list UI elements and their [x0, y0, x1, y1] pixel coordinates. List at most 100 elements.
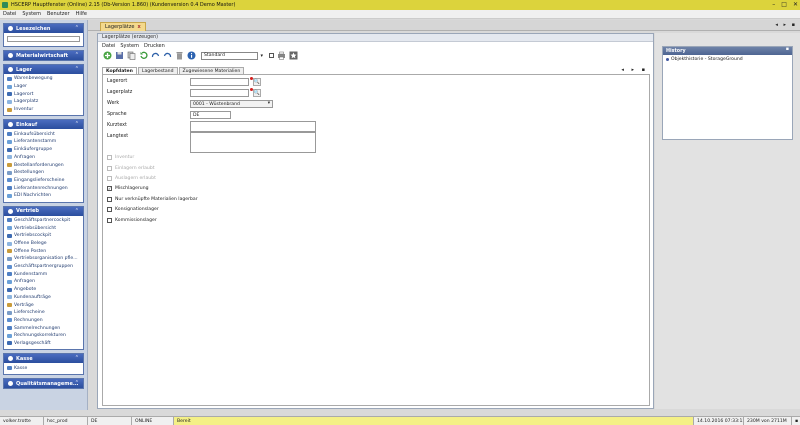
lagerort-field[interactable] [190, 78, 249, 86]
wmenu-datei[interactable]: Datei [102, 43, 115, 49]
sidebar-item[interactable]: Vertriebsübersicht [7, 224, 80, 232]
checkbox[interactable]: ✓ [107, 186, 112, 191]
wmenu-system[interactable]: System [120, 43, 139, 49]
minimize-icon[interactable]: – [772, 1, 775, 9]
sidebar-panel-header[interactable]: Qualitätsmanageme... ⌃ [4, 379, 83, 388]
checkbox-row[interactable]: Kommissionslager [107, 218, 157, 223]
sidebar-item[interactable]: Offene Belege [7, 240, 80, 248]
sidebar-item[interactable]: Anfragen [7, 154, 80, 162]
sidebar-item[interactable]: Lieferscheine [7, 309, 80, 317]
add-icon[interactable] [102, 51, 112, 61]
sidebar-item[interactable]: Offene Posten [7, 247, 80, 255]
tab-lagerbestand[interactable]: Lagerbestand [137, 67, 178, 74]
sidebar-item[interactable]: Einkaufsübersicht [7, 130, 80, 138]
chevron-up-icon[interactable]: ⌃ [75, 66, 79, 72]
maximize-icon[interactable]: □ [781, 1, 787, 9]
langtext-field[interactable] [190, 132, 316, 153]
history-close-icon[interactable]: ▪ [786, 47, 789, 52]
sidebar-item[interactable]: Lagerplatz [7, 98, 80, 106]
tab-label: Lagerplätze [105, 24, 135, 30]
redo-icon[interactable] [162, 51, 172, 61]
sidebar-panel-header[interactable]: Vertrieb ⌃ [4, 206, 83, 216]
sidebar-item[interactable]: Vertriebsorganisation pfle... [7, 255, 80, 263]
undo-icon[interactable] [150, 51, 160, 61]
sidebar-panel-header[interactable]: Materialwirtschaft ⌃ [4, 51, 83, 60]
layout-combo[interactable]: Standard ▾ [201, 51, 263, 60]
menu-hilfe[interactable]: Hilfe [76, 11, 87, 17]
tab-close-icon[interactable]: x [137, 24, 140, 30]
item-icon [7, 318, 12, 323]
sidebar-item[interactable]: EDI Nachrichten [7, 192, 80, 200]
print-icon[interactable] [276, 51, 286, 61]
chevron-up-icon[interactable]: ⌃ [75, 121, 79, 127]
sidebar-item[interactable]: Lieferantenstamm [7, 138, 80, 146]
sidebar-item[interactable]: Anfragen [7, 278, 80, 286]
lagerort-label: Lagerort [107, 79, 128, 84]
tab-kopfdaten[interactable]: Kopfdaten [102, 67, 137, 74]
info-icon[interactable] [186, 51, 196, 61]
sidebar-item[interactable]: Kundenaufträge [7, 294, 80, 302]
chevron-up-icon[interactable]: ⌃ [75, 52, 79, 58]
sidebar-item[interactable]: Eingangslieferscheine [7, 177, 80, 185]
sidebar-item[interactable]: Rechnungskorrekturen [7, 332, 80, 340]
sidebar-item[interactable]: Inventur [7, 106, 80, 114]
sidebar-item[interactable]: Kundenstamm [7, 270, 80, 278]
layout-checkbox[interactable] [269, 53, 274, 58]
chevron-up-icon[interactable]: ⌃ [75, 25, 79, 31]
bookmark-search-input[interactable] [7, 36, 80, 42]
kurztext-field[interactable] [190, 121, 316, 132]
copy-icon[interactable] [126, 51, 136, 61]
checkbox-row[interactable]: Nur verknüpfte Materialien lagerbar [107, 197, 198, 202]
chevron-down-icon[interactable]: ▾ [260, 53, 263, 59]
sidebar-item[interactable]: Warenbewegung [7, 75, 80, 83]
sidebar-item[interactable]: Sammelrechnungen [7, 324, 80, 332]
chevron-up-icon[interactable]: ⌃ [75, 380, 79, 386]
menu-benutzer[interactable]: Benutzer [47, 11, 70, 17]
sidebar-item[interactable]: Vertriebscockpit [7, 232, 80, 240]
checkbox[interactable] [107, 197, 112, 202]
sidebar-item[interactable]: Lieferantenrechnungen [7, 184, 80, 192]
sidebar-panel-header[interactable]: Kasse ⌃ [4, 354, 83, 364]
sprache-field[interactable]: DE [190, 111, 231, 119]
lagerplatz-lookup-icon[interactable]: 🔍 [253, 89, 261, 97]
lagerort-lookup-icon[interactable]: 🔍 [253, 78, 261, 86]
subtab-nav-arrows[interactable]: ◂ ▸ ▪ [621, 67, 648, 73]
sidebar-panel-header[interactable]: Lesezeichen ⌃ [4, 24, 83, 33]
refresh-icon[interactable] [138, 51, 148, 61]
sidebar-item[interactable]: Geschäftspartnergruppen [7, 263, 80, 271]
menu-system[interactable]: System [22, 11, 41, 17]
sidebar-panel-header[interactable]: Lager ⌃ [4, 65, 83, 74]
werk-select[interactable]: 0001 - Wüstenbrand ▾ [190, 100, 273, 108]
gc-icon[interactable]: ▪ [792, 417, 800, 425]
sidebar-item[interactable]: Geschäftspartnercockpit [7, 217, 80, 225]
checkbox[interactable] [107, 218, 112, 223]
sidebar-item[interactable]: Einkäufergruppe [7, 146, 80, 154]
wmenu-drucken[interactable]: Drucken [144, 43, 165, 49]
sidebar-item[interactable]: Bestellungen [7, 169, 80, 177]
tab-nav-arrows[interactable]: ◂ ▸ ▪ [775, 22, 797, 28]
sidebar-item-label: EDI Nachrichten [14, 193, 52, 199]
sidebar-item[interactable]: Kasse [7, 364, 80, 372]
star-icon[interactable] [288, 51, 298, 61]
checkbox-row[interactable]: ✓ Mischlagerung [107, 186, 149, 191]
checkbox-row[interactable]: Konsignationslager [107, 207, 159, 212]
menu-datei[interactable]: Datei [3, 11, 16, 17]
save-icon[interactable] [114, 51, 124, 61]
sidebar-item[interactable]: Lager [7, 83, 80, 91]
chevron-up-icon[interactable]: ⌃ [75, 208, 79, 214]
lagerplatz-field[interactable] [190, 89, 249, 97]
tab-lagerplaetze[interactable]: Lagerplätze x [100, 22, 146, 31]
sidebar-item[interactable]: Verträge [7, 301, 80, 309]
chevron-up-icon[interactable]: ⌃ [75, 355, 79, 361]
sidebar-item[interactable]: Lagerort [7, 90, 80, 98]
sidebar-panel-header[interactable]: Einkauf ⌃ [4, 120, 83, 130]
sidebar-item[interactable]: Bestellanforderungen [7, 161, 80, 169]
checkbox[interactable] [107, 207, 112, 212]
close-icon[interactable]: ✕ [793, 1, 798, 9]
sidebar-item[interactable]: Rechnungen [7, 317, 80, 325]
delete-icon[interactable] [174, 51, 184, 61]
tab-zugewiesene-materialien[interactable]: Zugewiesene Materialien [178, 67, 245, 74]
sidebar-item[interactable]: Angebote [7, 286, 80, 294]
sidebar-item[interactable]: Verlagsgeschäft [7, 340, 80, 348]
history-item[interactable]: Objekthistorie - StorageGround [663, 55, 792, 64]
